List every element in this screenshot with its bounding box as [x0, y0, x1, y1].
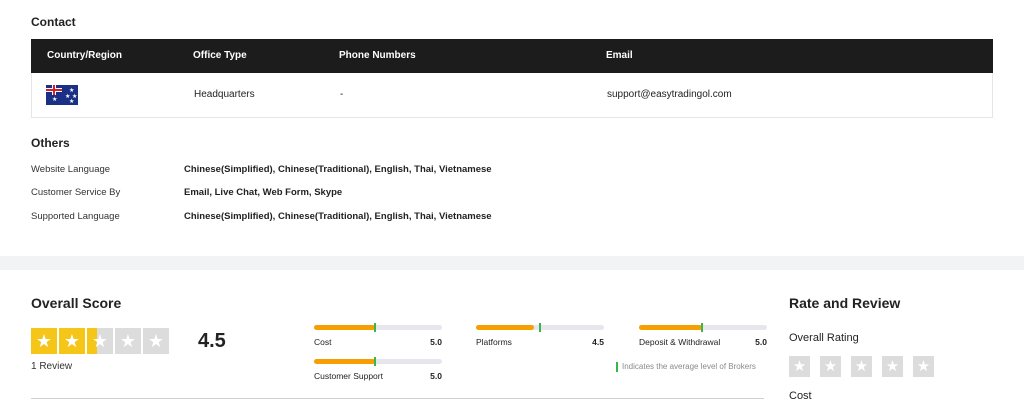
contact-title: Contact — [31, 15, 76, 29]
overall-rating-label: Overall Rating — [789, 332, 859, 344]
cost-label: Cost — [789, 390, 812, 402]
rate-star-icon[interactable]: ★ — [851, 356, 872, 377]
customer-service-value: Email, Live Chat, Web Form, Skype — [184, 187, 343, 198]
metric-deposit-withdrawal: Deposit & Withdrawal 5.0 — [639, 323, 767, 347]
star-icon: ★ — [115, 328, 141, 354]
metric-label: Cost — [314, 337, 332, 347]
website-language-value: Chinese(Simplified), Chinese(Traditional… — [184, 164, 492, 175]
rate-review-title: Rate and Review — [789, 295, 901, 311]
metric-label: Customer Support — [314, 371, 383, 381]
rate-star-icon[interactable]: ★ — [882, 356, 903, 377]
metric-customer-support: Customer Support 5.0 — [314, 357, 442, 381]
website-language-label: Website Language — [31, 164, 111, 175]
office-type-value: Headquarters — [194, 89, 255, 100]
review-count[interactable]: 1 Review — [31, 361, 72, 372]
contact-table-header: Country/Region Office Type Phone Numbers… — [31, 39, 993, 73]
metric-bar — [314, 357, 442, 366]
rate-star-icon[interactable]: ★ — [913, 356, 934, 377]
table-row: ★ ★ ★ ★ ★ Headquarters - support@easytra… — [31, 73, 993, 118]
metric-platforms: Platforms 4.5 — [476, 323, 604, 347]
star-icon: ★ — [143, 328, 169, 354]
others-title: Others — [31, 136, 70, 150]
average-level-note: Indicates the average level of Brokers — [616, 362, 756, 372]
divider — [31, 398, 764, 399]
rate-star-icon[interactable]: ★ — [820, 356, 841, 377]
customer-service-label: Customer Service By — [31, 187, 121, 198]
australia-flag-icon: ★ ★ ★ ★ ★ — [46, 85, 78, 105]
phone-value: - — [340, 89, 344, 100]
metric-value: 5.0 — [430, 337, 442, 347]
star-icon: ★ — [31, 328, 57, 354]
metric-bar — [476, 323, 604, 332]
star-icon: ★ — [87, 328, 113, 354]
score-stars: ★ ★ ★ ★ ★ — [31, 328, 169, 354]
metric-value: 5.0 — [755, 337, 767, 347]
rate-star-icon[interactable]: ★ — [789, 356, 810, 377]
metric-bar — [314, 323, 442, 332]
rating-input-stars[interactable]: ★ ★ ★ ★ ★ — [789, 356, 934, 377]
header-office-type: Office Type — [193, 50, 247, 61]
contact-table: Country/Region Office Type Phone Numbers… — [31, 39, 993, 118]
metric-label: Deposit & Withdrawal — [639, 337, 721, 347]
email-value[interactable]: support@easytradingol.com — [607, 89, 732, 100]
header-phone: Phone Numbers — [339, 50, 416, 61]
supported-language-label: Supported Language — [31, 211, 120, 222]
star-icon: ★ — [59, 328, 85, 354]
overall-score-value: 4.5 — [198, 330, 226, 352]
metric-bar — [639, 323, 767, 332]
metric-cost: Cost 5.0 — [314, 323, 442, 347]
metric-value: 4.5 — [592, 337, 604, 347]
supported-language-value: Chinese(Simplified), Chinese(Traditional… — [184, 211, 492, 222]
metric-value: 5.0 — [430, 371, 442, 381]
metric-label: Platforms — [476, 337, 512, 347]
overall-score-title: Overall Score — [31, 295, 122, 311]
header-country: Country/Region — [47, 50, 122, 61]
header-email: Email — [606, 50, 633, 61]
broker-info-card: Contact Country/Region Office Type Phone… — [0, 0, 1024, 256]
